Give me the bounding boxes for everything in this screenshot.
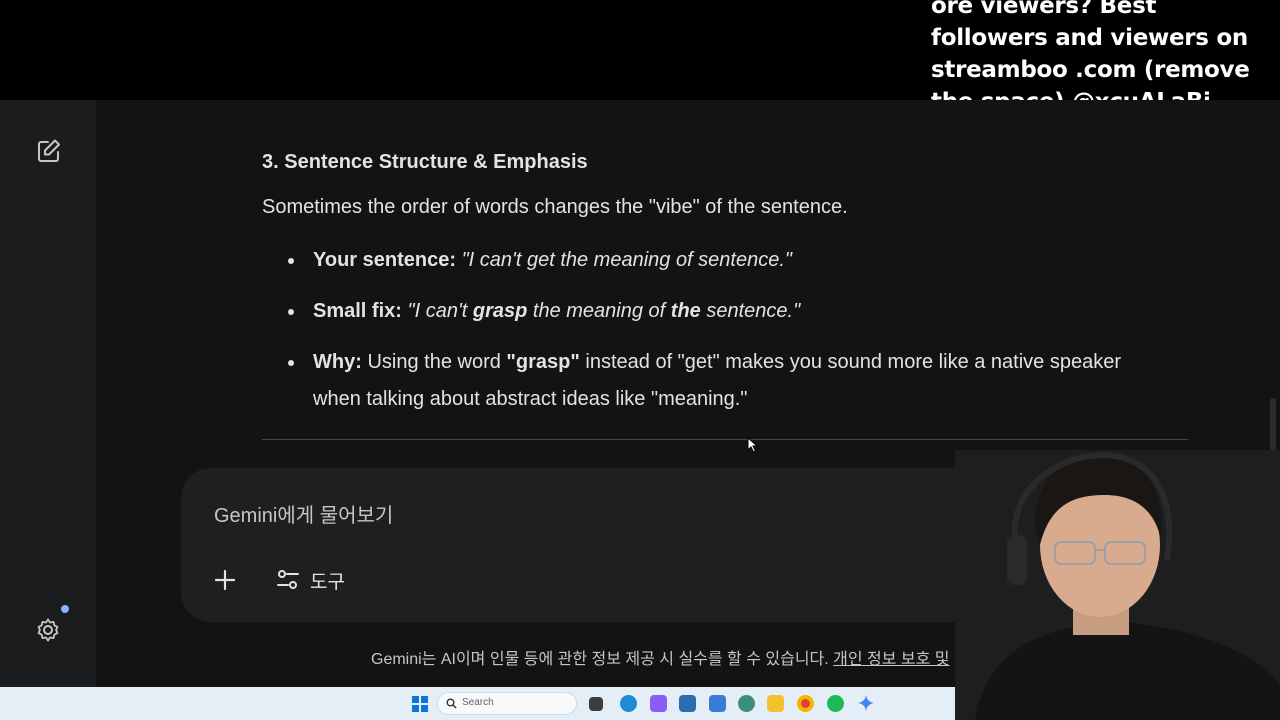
notepad-icon[interactable] [709, 695, 726, 712]
intro-paragraph: Sometimes the order of words changes the… [262, 196, 848, 218]
bullet-small-fix: Small fix: "I can't grasp the meaning of… [286, 293, 1166, 330]
bullet-label: Small fix: [313, 300, 402, 322]
edge-icon[interactable] [620, 695, 637, 712]
search-icon [446, 698, 457, 709]
file-explorer-icon[interactable] [767, 695, 784, 712]
disclaimer: Gemini는 AI이며 인물 등에 관한 정보 제공 시 실수를 할 수 있습… [371, 645, 950, 669]
section-heading: 3. Sentence Structure & Emphasis [262, 151, 588, 173]
search-label: Search [462, 697, 494, 708]
bullet-text: "I can't get the meaning of sentence." [461, 249, 793, 271]
tools-label: 도구 [310, 571, 345, 593]
tools-button[interactable]: 도구 [276, 564, 345, 596]
bullet-label: Your sentence: [313, 249, 456, 271]
gear-icon[interactable] [35, 617, 61, 643]
taskbar-search[interactable]: Search [437, 692, 577, 715]
copilot-icon[interactable] [650, 695, 667, 712]
plus-icon[interactable] [211, 566, 239, 594]
divider [262, 439, 1188, 440]
bullet-why: Why: Using the word "grasp" instead of "… [286, 344, 1166, 418]
prompt-placeholder[interactable]: Gemini에게 물어보기 [214, 499, 393, 528]
task-view-icon[interactable] [589, 697, 603, 711]
privacy-link[interactable]: 개인 정보 보호 및 [833, 651, 949, 668]
webcam-overlay [955, 450, 1280, 720]
scrollbar-thumb[interactable] [1270, 398, 1276, 452]
mouse-pointer-icon [747, 437, 759, 453]
bullet-your-sentence: Your sentence: "I can't get the meaning … [286, 242, 1166, 279]
gemini-sparkle-icon[interactable] [857, 694, 875, 712]
bullet-list: Your sentence: "I can't get the meaning … [286, 242, 1166, 432]
store-icon[interactable] [679, 695, 696, 712]
webcam-person-image [955, 450, 1280, 720]
sliders-icon [277, 570, 299, 589]
disclaimer-text: Gemini는 AI이며 인물 등에 관한 정보 제공 시 실수를 할 수 있습… [371, 651, 829, 668]
bullet-label: Why: [313, 351, 362, 373]
sidebar [0, 100, 96, 687]
chrome-icon[interactable] [797, 695, 814, 712]
windows-start-icon[interactable] [412, 696, 428, 712]
app-icon[interactable] [738, 695, 755, 712]
spotify-icon[interactable] [827, 695, 844, 712]
edit-square-icon[interactable] [36, 138, 62, 164]
bullet-text: "I can't grasp the meaning of the senten… [407, 300, 801, 322]
notification-dot [61, 605, 69, 613]
bullet-text: Using the word "grasp" instead of "get" … [313, 351, 1122, 410]
